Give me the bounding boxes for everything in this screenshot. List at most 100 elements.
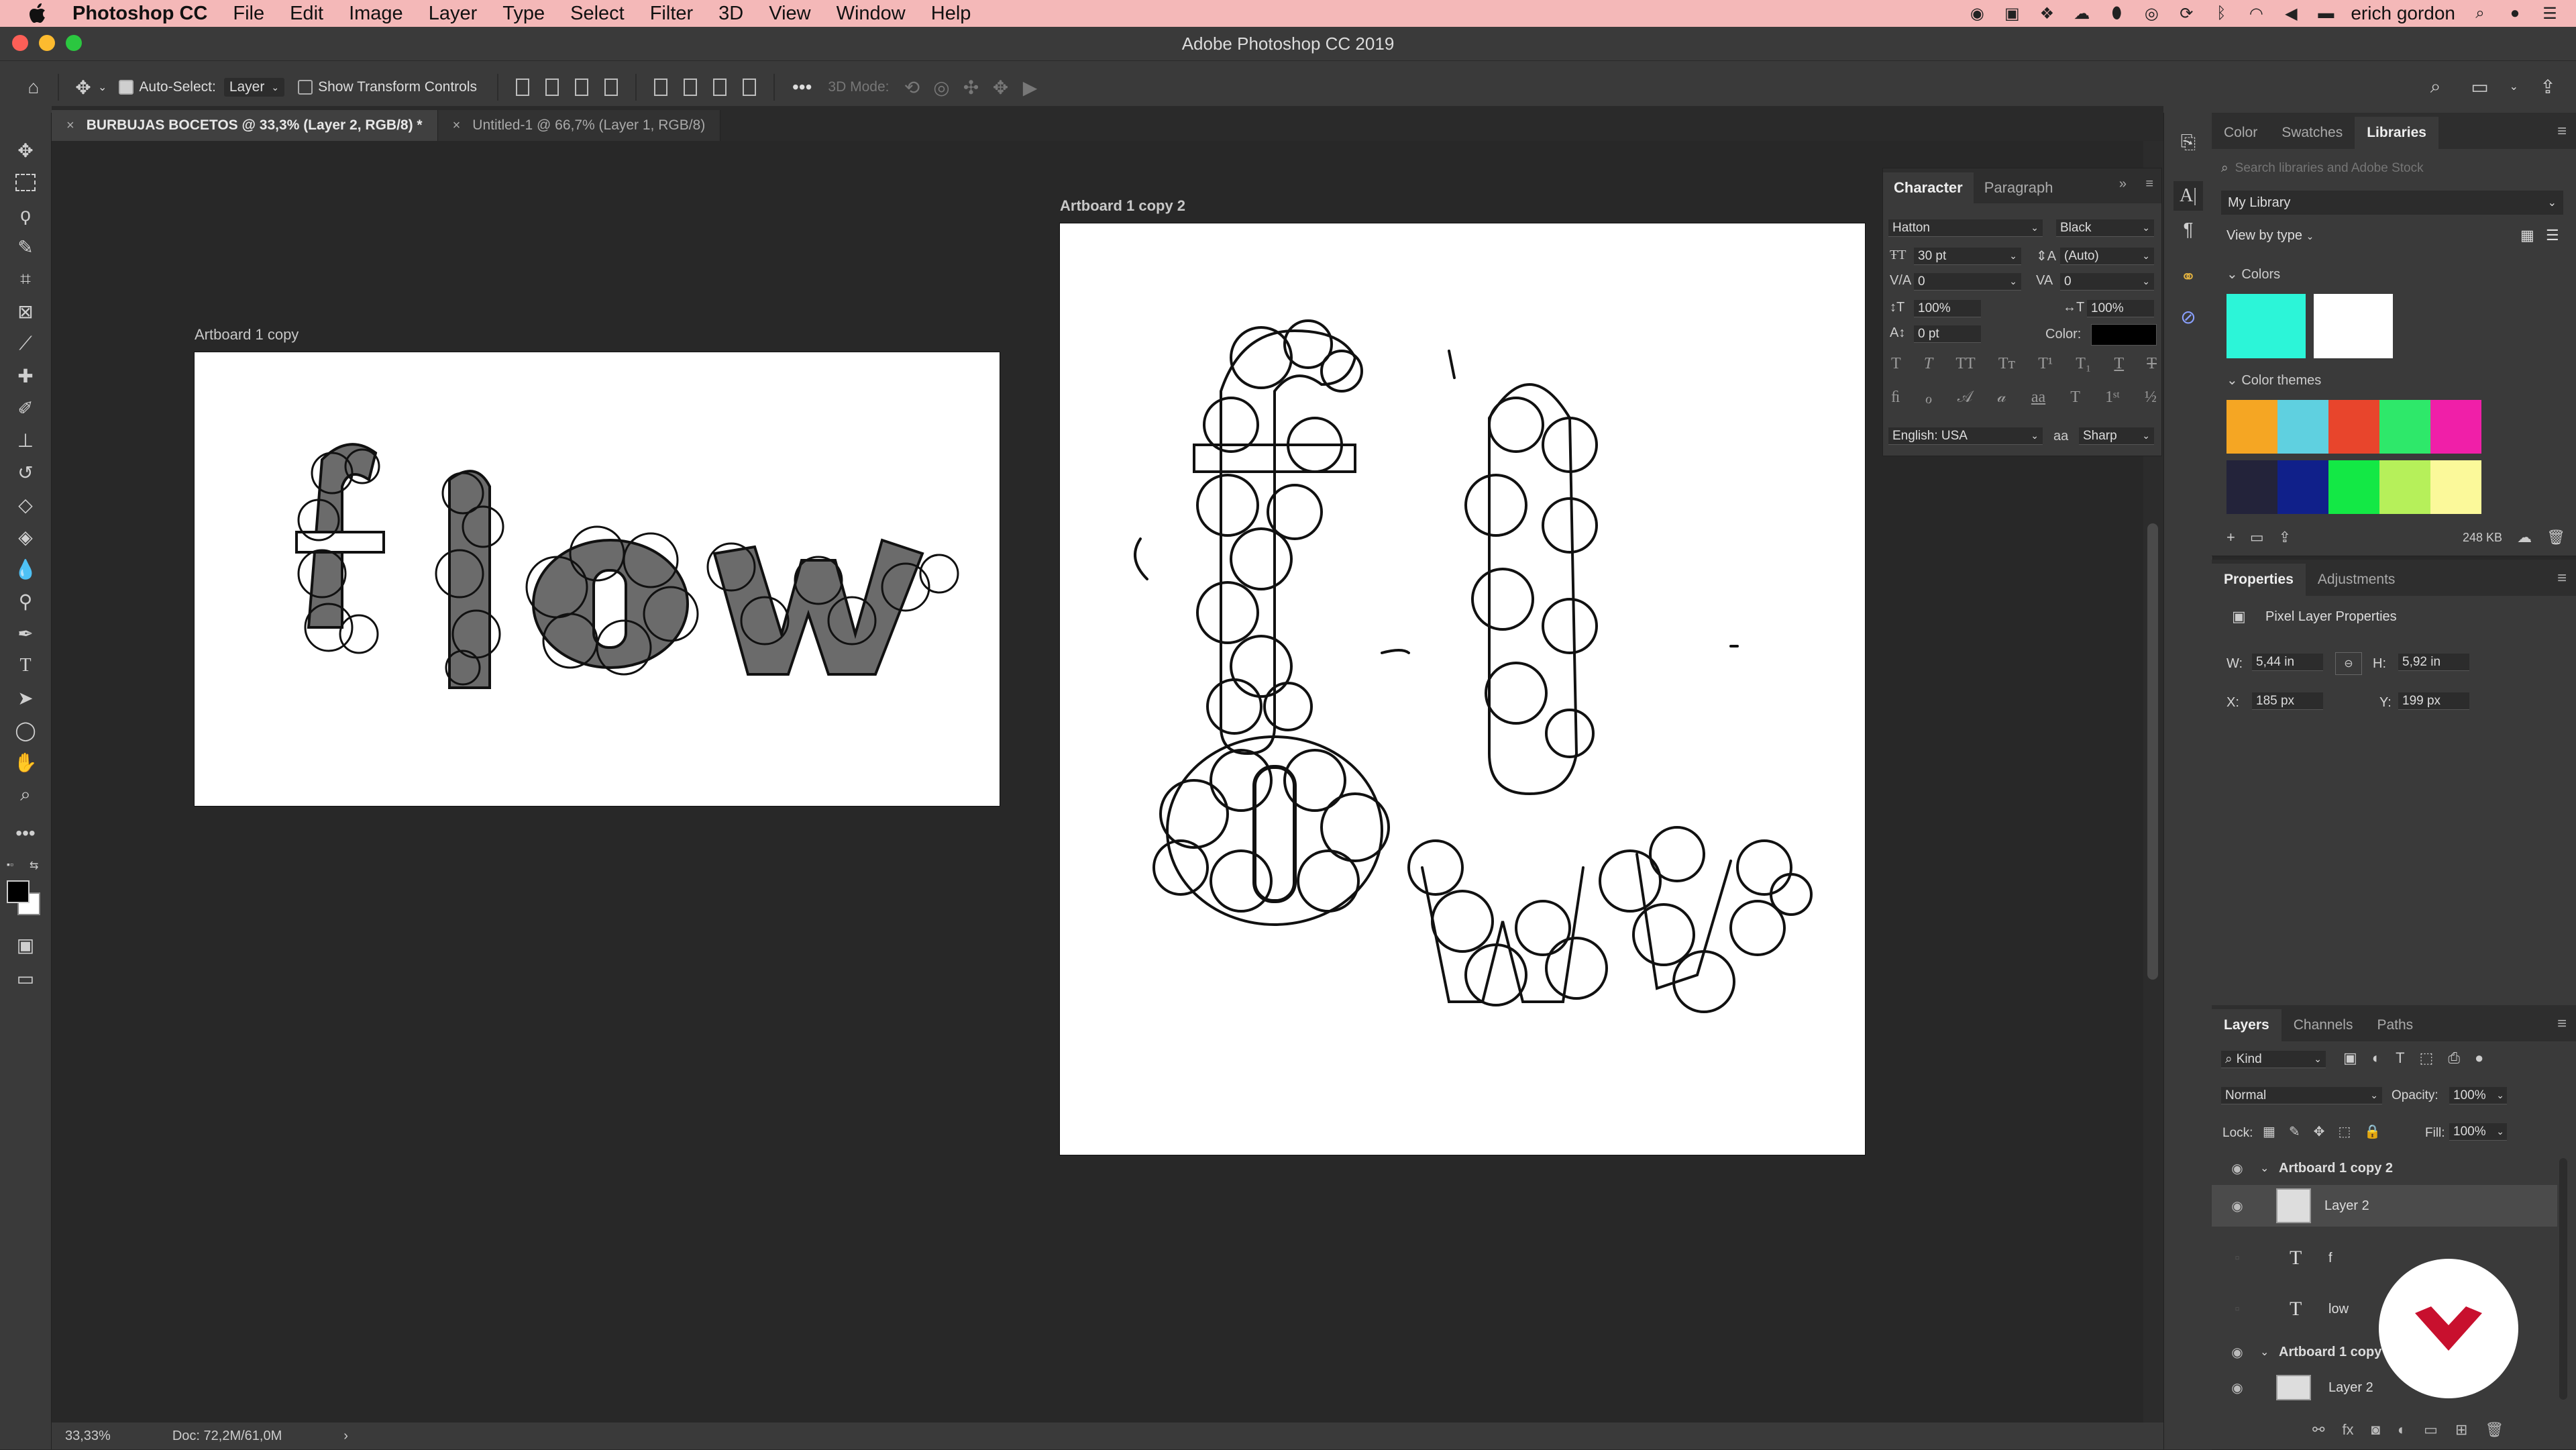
filter-pixel-icon[interactable]: ▣	[2343, 1049, 2357, 1067]
visibility-eye-icon[interactable]: ◉	[2228, 1344, 2247, 1361]
path-selection-tool-icon[interactable]: ➤	[12, 684, 39, 711]
list-view-icon[interactable]: ☰	[2546, 227, 2559, 244]
menu-help[interactable]: Help	[931, 3, 971, 25]
ligatures-icon[interactable]: ﬁ	[1891, 389, 1900, 408]
new-group-icon[interactable]: ▭	[2424, 1421, 2438, 1439]
lock-artboard-icon[interactable]: ⬚	[2338, 1123, 2351, 1140]
notification-center-icon[interactable]: ☰	[2540, 5, 2560, 23]
tab-untitled-1[interactable]: × Untitled-1 @ 66,7% (Layer 1, RGB/8)	[437, 110, 721, 141]
default-colors-icon[interactable]: ▪▫	[7, 859, 13, 870]
marquee-tool-icon[interactable]	[12, 169, 39, 196]
panel-menu-icon[interactable]: ≡	[2145, 176, 2153, 192]
siri-icon[interactable]: ●	[2505, 4, 2525, 22]
pen-tool-icon[interactable]: ✒	[12, 620, 39, 647]
color-theme-1[interactable]	[2226, 400, 2481, 454]
menu-window[interactable]: Window	[837, 3, 906, 25]
colors-heading[interactable]: ⌄ Colors	[2226, 266, 2280, 282]
visibility-eye-icon[interactable]: ◉	[2228, 1198, 2247, 1214]
paragraph-panel-icon[interactable]: ¶	[2174, 215, 2203, 244]
eraser-tool-icon[interactable]: ◇	[12, 491, 39, 518]
add-element-icon[interactable]: +	[2226, 529, 2235, 546]
filter-type-icon[interactable]: T	[2396, 1049, 2404, 1067]
library-search-input[interactable]	[2233, 160, 2545, 176]
fill-input[interactable]: 100% ⌄	[2449, 1123, 2507, 1141]
align-right-edges-icon[interactable]	[575, 79, 588, 96]
tab-character[interactable]: Character	[1883, 172, 1974, 203]
glyphs-panel-icon[interactable]: ⚭	[2174, 262, 2203, 291]
library-search[interactable]: ⌕	[2221, 157, 2560, 180]
faux-italic-icon[interactable]: T	[1924, 355, 1933, 373]
contextual-alternates-icon[interactable]: T	[2070, 389, 2080, 408]
align-bottom-edges-icon[interactable]	[713, 79, 727, 96]
tab-swatches[interactable]: Swatches	[2269, 117, 2355, 149]
artboard-label[interactable]: Artboard 1 copy	[195, 326, 299, 344]
home-icon[interactable]: ⌂	[19, 72, 48, 102]
character-panel-icon[interactable]: A|	[2174, 181, 2203, 211]
menu-select[interactable]: Select	[570, 3, 625, 25]
tab-color[interactable]: Color	[2212, 117, 2269, 149]
y-input[interactable]: 199 px	[2398, 692, 2469, 710]
more-options-icon[interactable]: •••	[792, 76, 812, 98]
visibility-off-icon[interactable]: ▫	[2228, 1302, 2247, 1317]
move-tool-icon[interactable]: ✥	[12, 137, 39, 164]
layer-row-selected[interactable]: ◉ Layer 2	[2212, 1185, 2557, 1227]
strikethrough-icon[interactable]: T	[2147, 355, 2157, 373]
ellipse-tool-icon[interactable]: ◯	[12, 717, 39, 743]
volume-icon[interactable]: ◀	[2281, 5, 2301, 23]
swap-colors-icon[interactable]: ⇆	[30, 859, 38, 872]
tab-channels[interactable]: Channels	[2282, 1009, 2365, 1041]
share-icon[interactable]: ⇪	[2533, 72, 2563, 101]
filter-adjustment-icon[interactable]: ◐	[2372, 1049, 2381, 1067]
delete-icon[interactable]: 🗑	[2546, 529, 2565, 546]
dodge-tool-icon[interactable]: ⚲	[12, 588, 39, 615]
location-icon[interactable]: ⬮	[2106, 4, 2127, 22]
new-group-icon[interactable]: ▭	[2250, 529, 2264, 546]
align-top-edges-icon[interactable]	[654, 79, 667, 96]
artboard-large[interactable]	[1059, 223, 1866, 1155]
library-color-swatch[interactable]	[2226, 294, 2306, 358]
visibility-off-icon[interactable]: ▫	[2228, 1251, 2247, 1266]
library-select[interactable]: My Library ⌄	[2221, 191, 2563, 215]
filter-toggle-icon[interactable]: ●	[2475, 1049, 2483, 1067]
canvas-area[interactable]: Artboard 1 copy Artboard 1 copy 2	[52, 141, 2143, 1422]
x-input[interactable]: 185 px	[2252, 692, 2323, 710]
width-input[interactable]: 5,44 in	[2252, 654, 2323, 671]
lock-image-icon[interactable]: ✎	[2289, 1123, 2300, 1140]
faux-bold-icon[interactable]: T	[1891, 355, 1901, 373]
tracking-input[interactable]: 0 ⌄	[2060, 273, 2154, 291]
cloud-sync-icon[interactable]: ☁	[2517, 529, 2532, 546]
font-style-select[interactable]: Black ⌄	[2056, 219, 2154, 237]
screen-mode-icon[interactable]: ▭	[12, 965, 39, 992]
status-menu-arrow-icon[interactable]: ›	[343, 1429, 348, 1444]
layer-style-icon[interactable]: fx	[2342, 1421, 2353, 1439]
new-layer-icon[interactable]: ⊞	[2455, 1421, 2467, 1439]
layer-filter-select[interactable]: ⌕ Kind ⌄	[2221, 1051, 2326, 1068]
grid-view-icon[interactable]: ▦	[2520, 227, 2534, 244]
zoom-level[interactable]: 33,33%	[65, 1429, 111, 1444]
all-caps-icon[interactable]: TT	[1955, 355, 1975, 373]
tab-paragraph[interactable]: Paragraph	[1974, 172, 2064, 203]
filter-shape-icon[interactable]: ⬚	[2420, 1049, 2434, 1067]
history-brush-tool-icon[interactable]: ↺	[12, 459, 39, 486]
vertical-scale-input[interactable]: 100%	[1914, 300, 1981, 317]
superscript-icon[interactable]: T¹	[2038, 355, 2053, 373]
quick-selection-tool-icon[interactable]: ✎	[12, 234, 39, 260]
close-window-button[interactable]	[12, 35, 28, 51]
titling-alternates-icon[interactable]: aa	[2031, 389, 2045, 408]
swash-icon[interactable]: 𝒜	[1957, 389, 1973, 408]
dropbox-icon[interactable]: ❖	[2037, 5, 2057, 23]
eyedropper-tool-icon[interactable]: ⟋	[12, 330, 39, 357]
clone-stamp-tool-icon[interactable]: ⊥	[12, 427, 39, 454]
blur-tool-icon[interactable]: 💧	[12, 556, 39, 582]
crop-tool-icon[interactable]: ⌗	[12, 266, 39, 293]
old-style-icon[interactable]: ℴ	[1925, 389, 1932, 408]
healing-brush-tool-icon[interactable]: ✚	[12, 362, 39, 389]
artboard-small[interactable]	[194, 352, 1062, 807]
layer-row-artboard[interactable]: ◉ ⌄ Artboard 1 copy 2	[2212, 1153, 2557, 1184]
apple-icon[interactable]	[25, 1, 50, 25]
layer-row[interactable]: ◉ Layer 2	[2212, 1369, 2557, 1406]
link-layers-icon[interactable]: ⚯	[2312, 1421, 2324, 1439]
lock-all-icon[interactable]: 🔒	[2364, 1123, 2381, 1140]
workspace-icon[interactable]: ▭	[2465, 72, 2495, 101]
height-input[interactable]: 5,92 in	[2398, 654, 2469, 671]
